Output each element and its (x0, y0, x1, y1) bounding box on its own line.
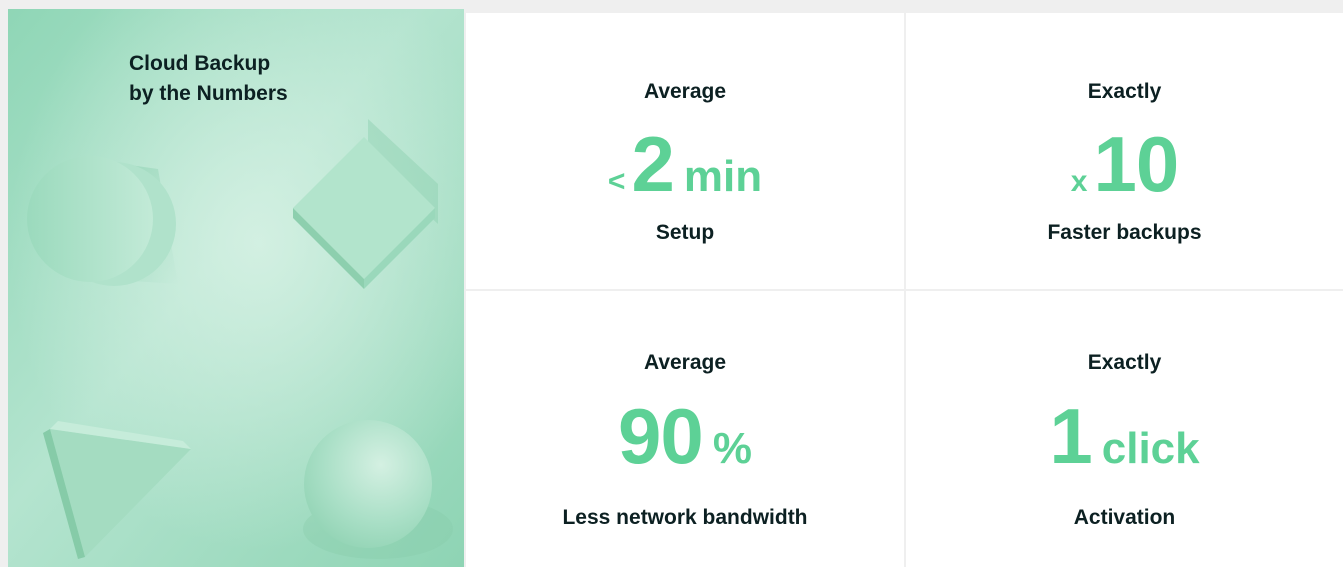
stat-card-setup: Average < 2 min Setup (466, 13, 904, 289)
hero-title: Cloud Backup by the Numbers (129, 49, 389, 109)
stat-unit: click (1101, 424, 1200, 473)
stat-caption: Less network bandwidth (562, 506, 808, 529)
stat-unit: min (683, 152, 763, 201)
hero-panel: Cloud Backup by the Numbers (8, 9, 464, 567)
stat-card-activation: Exactly 1 click Activation (906, 291, 1343, 567)
stat-figure: x 10 (906, 125, 1343, 203)
stat-unit: % (712, 424, 752, 473)
stat-caption: Activation (1073, 506, 1176, 529)
stat-eyebrow: Average (643, 80, 727, 103)
stat-prefix: x (1070, 165, 1088, 198)
cylinder-shape (27, 156, 178, 286)
stats-grid: Average < 2 min Setup Exactly x 10 Faste… (466, 13, 1343, 567)
stat-card-bandwidth: Average 90 % Less network bandwidth (466, 291, 904, 567)
stat-prefix: < (607, 165, 626, 198)
stat-caption: Faster backups (1047, 221, 1202, 244)
stat-card-faster-backups: Exactly x 10 Faster backups (906, 13, 1343, 289)
stat-value: 10 (1093, 120, 1179, 208)
stat-value: 2 (631, 120, 674, 208)
stat-eyebrow: Exactly (1087, 80, 1162, 103)
page: Cloud Backup by the Numbers Average < 2 … (0, 0, 1343, 567)
stat-caption: Setup (655, 221, 715, 244)
stat-figure: 1 click (906, 397, 1343, 475)
stat-figure: < 2 min (466, 125, 904, 203)
hero-title-line-1: Cloud Backup (129, 52, 271, 75)
stat-value: 90 (618, 392, 704, 480)
hero-title-line-2: by the Numbers (129, 82, 288, 105)
stat-eyebrow: Exactly (1087, 351, 1162, 374)
stat-figure: 90 % (466, 397, 904, 475)
stat-value: 1 (1049, 392, 1092, 480)
stat-eyebrow: Average (643, 351, 727, 374)
